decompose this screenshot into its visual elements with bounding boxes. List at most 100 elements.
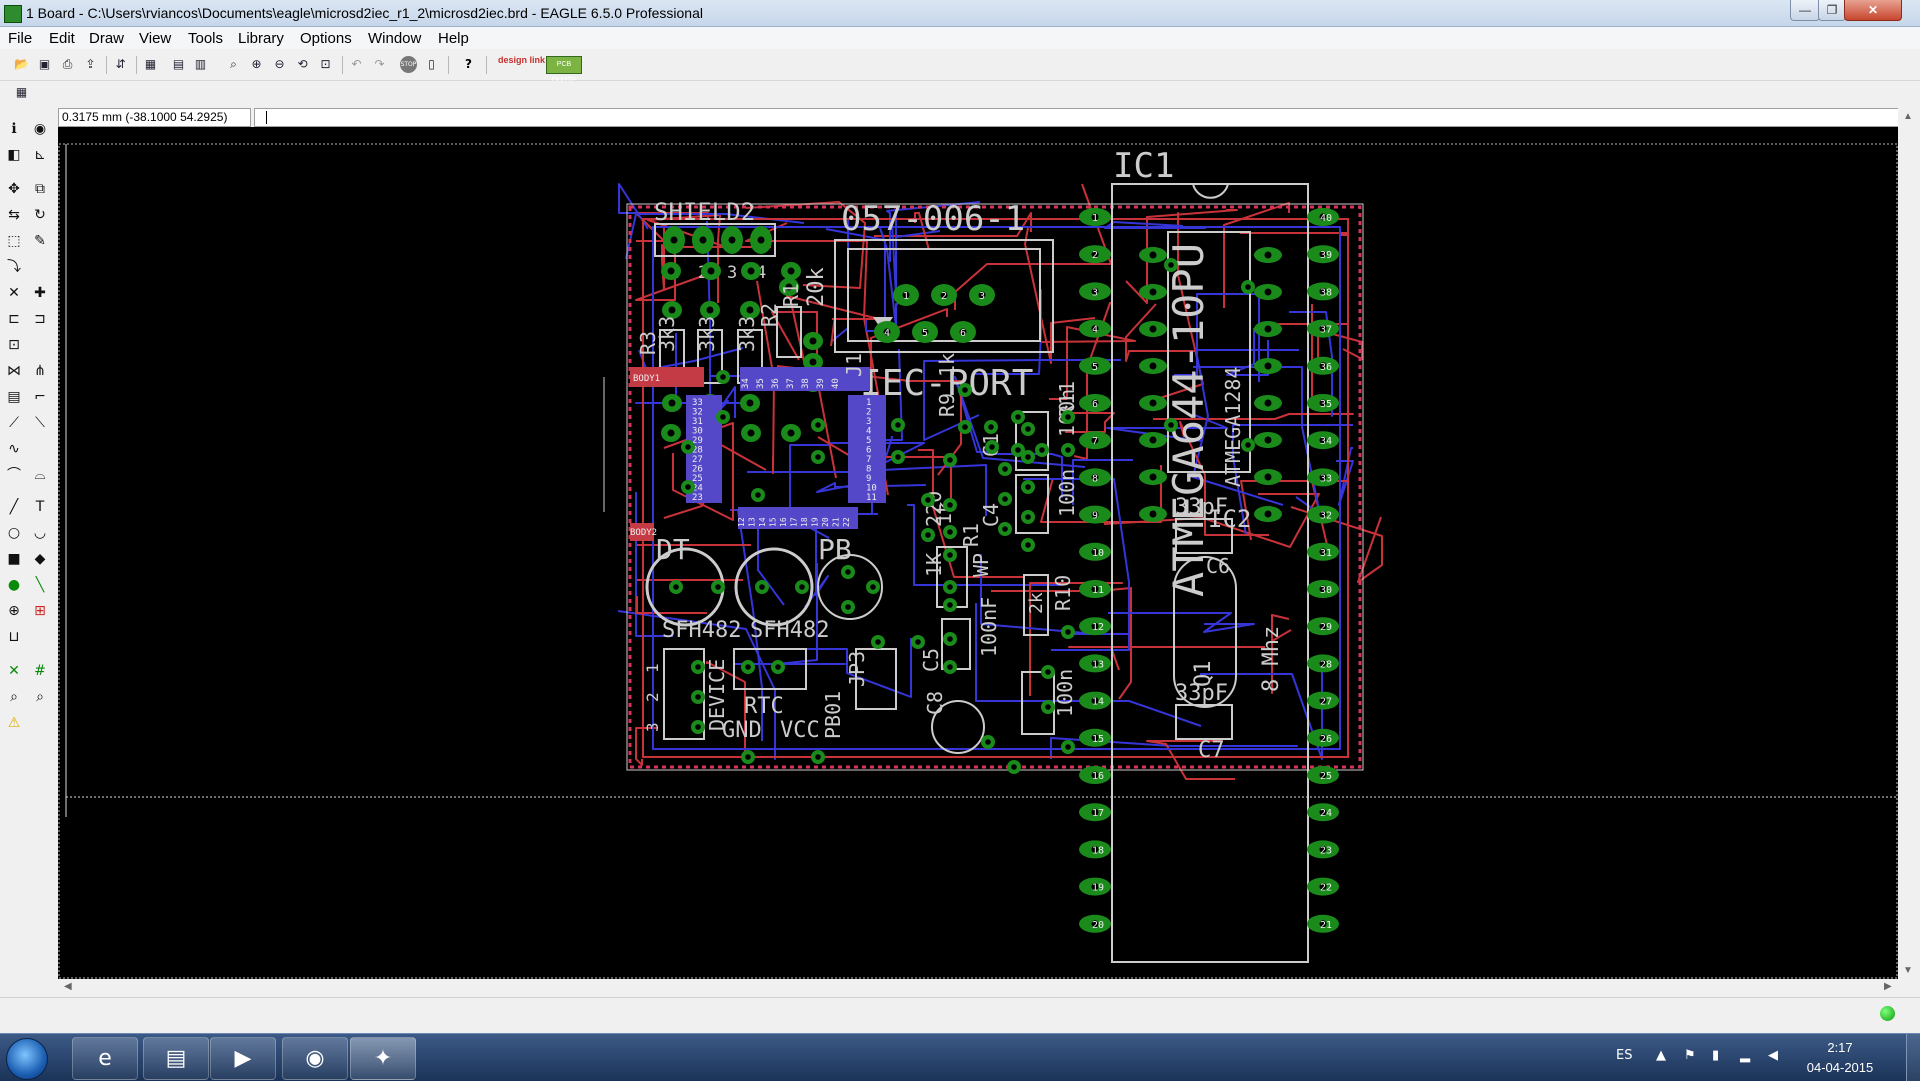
pcb-drawing[interactable]: IC1 1 402 393 384 375 366 357 348 339 3210 3111 301… (58, 127, 1898, 979)
menu-window[interactable]: Window (368, 30, 421, 47)
hole-icon[interactable]: ⊕ (4, 601, 24, 621)
menu-tools[interactable]: Tools (188, 30, 223, 47)
rect-icon[interactable]: ■ (4, 549, 24, 569)
stop-icon[interactable]: STOP (400, 56, 417, 73)
text-icon[interactable]: T (30, 497, 50, 517)
minimize-button[interactable]: — (1790, 0, 1820, 21)
via-route-icon[interactable]: ⌓ (30, 465, 50, 485)
display-icon[interactable]: ◧ (4, 145, 24, 165)
copy-icon[interactable]: ⧉ (30, 179, 50, 199)
command-line-input[interactable]: ▼ (254, 108, 1914, 127)
move-icon[interactable]: ✥ (4, 179, 24, 199)
pcb-quote-icon[interactable]: PCB QUOTE (546, 56, 582, 84)
print-icon[interactable]: ⎙ (59, 56, 76, 73)
switch-board-icon[interactable]: ▥ (192, 56, 209, 73)
start-button[interactable] (6, 1038, 48, 1080)
chrome-taskbar-button[interactable]: ◉ (282, 1037, 348, 1080)
help-icon[interactable]: ? (460, 56, 477, 73)
menu-library[interactable]: Library (238, 30, 284, 47)
redraw-icon[interactable]: ⟲ (294, 56, 311, 73)
scroll-left-icon[interactable]: ◀ (64, 981, 72, 992)
save-icon[interactable]: ▣ (36, 56, 53, 73)
battery-icon[interactable]: ▮ (1712, 1048, 1719, 1063)
ratsnest-icon[interactable]: ✕ (4, 661, 24, 681)
change-icon[interactable]: ✎ (30, 231, 50, 251)
errors-icon[interactable]: ⌕ (30, 687, 50, 707)
zoom-out-icon[interactable]: ⊖ (271, 56, 288, 73)
media-player-taskbar-button[interactable]: ▶ (210, 1037, 276, 1080)
menu-edit[interactable]: Edit (49, 30, 75, 47)
volume-icon[interactable]: ◀ (1768, 1048, 1778, 1063)
redo-icon[interactable]: ↷ (371, 56, 388, 73)
zoom-fit-icon[interactable]: ⌕ (225, 56, 242, 73)
rotate-icon[interactable]: ↻ (30, 205, 50, 225)
mark-icon[interactable]: ⊾ (30, 145, 50, 165)
paste-icon[interactable]: ⤵ (4, 257, 24, 277)
autorouter-icon[interactable]: # (30, 661, 50, 681)
menu-view[interactable]: View (139, 30, 171, 47)
language-indicator[interactable]: ES (1616, 1048, 1632, 1063)
close-button[interactable]: ✕ (1844, 0, 1902, 21)
info-icon[interactable]: ℹ (4, 119, 24, 139)
miter-icon[interactable]: ⌐ (30, 387, 50, 407)
via-icon[interactable]: ● (4, 575, 24, 595)
signal-line-icon[interactable]: ╲ (30, 575, 50, 595)
name-icon[interactable]: ⊏ (4, 309, 24, 329)
split-icon[interactable]: ⋔ (30, 361, 50, 381)
drc-icon[interactable]: ⌕ (4, 687, 24, 707)
warning-icon[interactable]: ⚠ (4, 713, 24, 733)
menu-help[interactable]: Help (438, 30, 469, 47)
open-icon[interactable]: 📂 (13, 56, 30, 73)
layer-settings-icon[interactable]: ▦ (13, 84, 30, 101)
wire-icon[interactable]: ╱ (4, 497, 24, 517)
ripup-icon[interactable]: ⟍ (30, 413, 50, 433)
mirror-icon[interactable]: ⇆ (4, 205, 24, 225)
delete-icon[interactable]: ✕ (4, 283, 24, 303)
menu-draw[interactable]: Draw (89, 30, 124, 47)
script-icon[interactable]: ⇵ (112, 56, 129, 73)
route-icon[interactable]: ⟋ (4, 413, 24, 433)
eagle-app-icon[interactable] (4, 5, 22, 23)
vertical-scrollbar[interactable]: ▲ ▼ (1898, 107, 1920, 979)
lock-icon[interactable]: ⊡ (4, 335, 24, 355)
scroll-right-icon[interactable]: ▶ (1884, 981, 1892, 992)
show-icon[interactable]: ◉ (30, 119, 50, 139)
network-icon[interactable]: ▂ (1740, 1048, 1750, 1063)
polygon-icon[interactable]: ◆ (30, 549, 50, 569)
menu-file[interactable]: File (8, 30, 32, 47)
scroll-up-icon[interactable]: ▲ (1903, 111, 1913, 122)
eagle-taskbar-button[interactable]: ✦ (350, 1037, 416, 1080)
smash-icon[interactable]: ⋈ (4, 361, 24, 381)
optimize-icon[interactable]: ▤ (4, 387, 24, 407)
circle-icon[interactable]: ○ (4, 523, 24, 543)
attribute-icon[interactable]: ⊞ (30, 601, 50, 621)
show-hidden-icons-icon[interactable]: ▲ (1656, 1048, 1666, 1063)
board-canvas[interactable]: IC1 1 40 2 39 3 38 4 37 5 36 6 35 7 34 8 33 9 32 10 31 11 30 1… (58, 127, 1898, 979)
horizontal-scrollbar[interactable]: ◀ ▶ (58, 979, 1898, 997)
design-link-icon[interactable]: design link (498, 56, 545, 65)
internet-explorer-taskbar-button[interactable]: e (72, 1037, 138, 1080)
scroll-down-icon[interactable]: ▼ (1903, 965, 1913, 976)
clock-time: 2:17 (1827, 1040, 1853, 1055)
arc-icon[interactable]: ◡ (30, 523, 50, 543)
maximize-button[interactable]: ❐ (1818, 0, 1846, 21)
zoom-select-icon[interactable]: ⊡ (317, 56, 334, 73)
go-icon[interactable]: ▯ (423, 56, 440, 73)
action-center-flag-icon[interactable]: ⚑ (1684, 1048, 1696, 1063)
meander-icon[interactable]: ∿ (4, 439, 24, 459)
value-icon[interactable]: ⊐ (30, 309, 50, 329)
taskbar-clock[interactable]: 2:17 04-04-2015 (1800, 1038, 1880, 1078)
zoom-in-icon[interactable]: ⊕ (248, 56, 265, 73)
file-explorer-taskbar-button[interactable]: ▤ (143, 1037, 209, 1080)
switch-schematic-icon[interactable]: ▤ (170, 56, 187, 73)
menu-options[interactable]: Options (300, 30, 352, 47)
signal-icon[interactable]: ⌒ (4, 465, 24, 485)
group-icon[interactable]: ⬚ (4, 231, 24, 251)
cam-processor-icon[interactable]: ⇪ (82, 56, 99, 73)
sd-pin-number: 17 (790, 517, 799, 527)
show-desktop-button[interactable] (1906, 1034, 1920, 1081)
dimension-icon[interactable]: ⊔ (4, 627, 24, 647)
ulp-icon[interactable]: ▦ (142, 56, 159, 73)
add-icon[interactable]: ✚ (30, 283, 50, 303)
undo-icon[interactable]: ↶ (348, 56, 365, 73)
